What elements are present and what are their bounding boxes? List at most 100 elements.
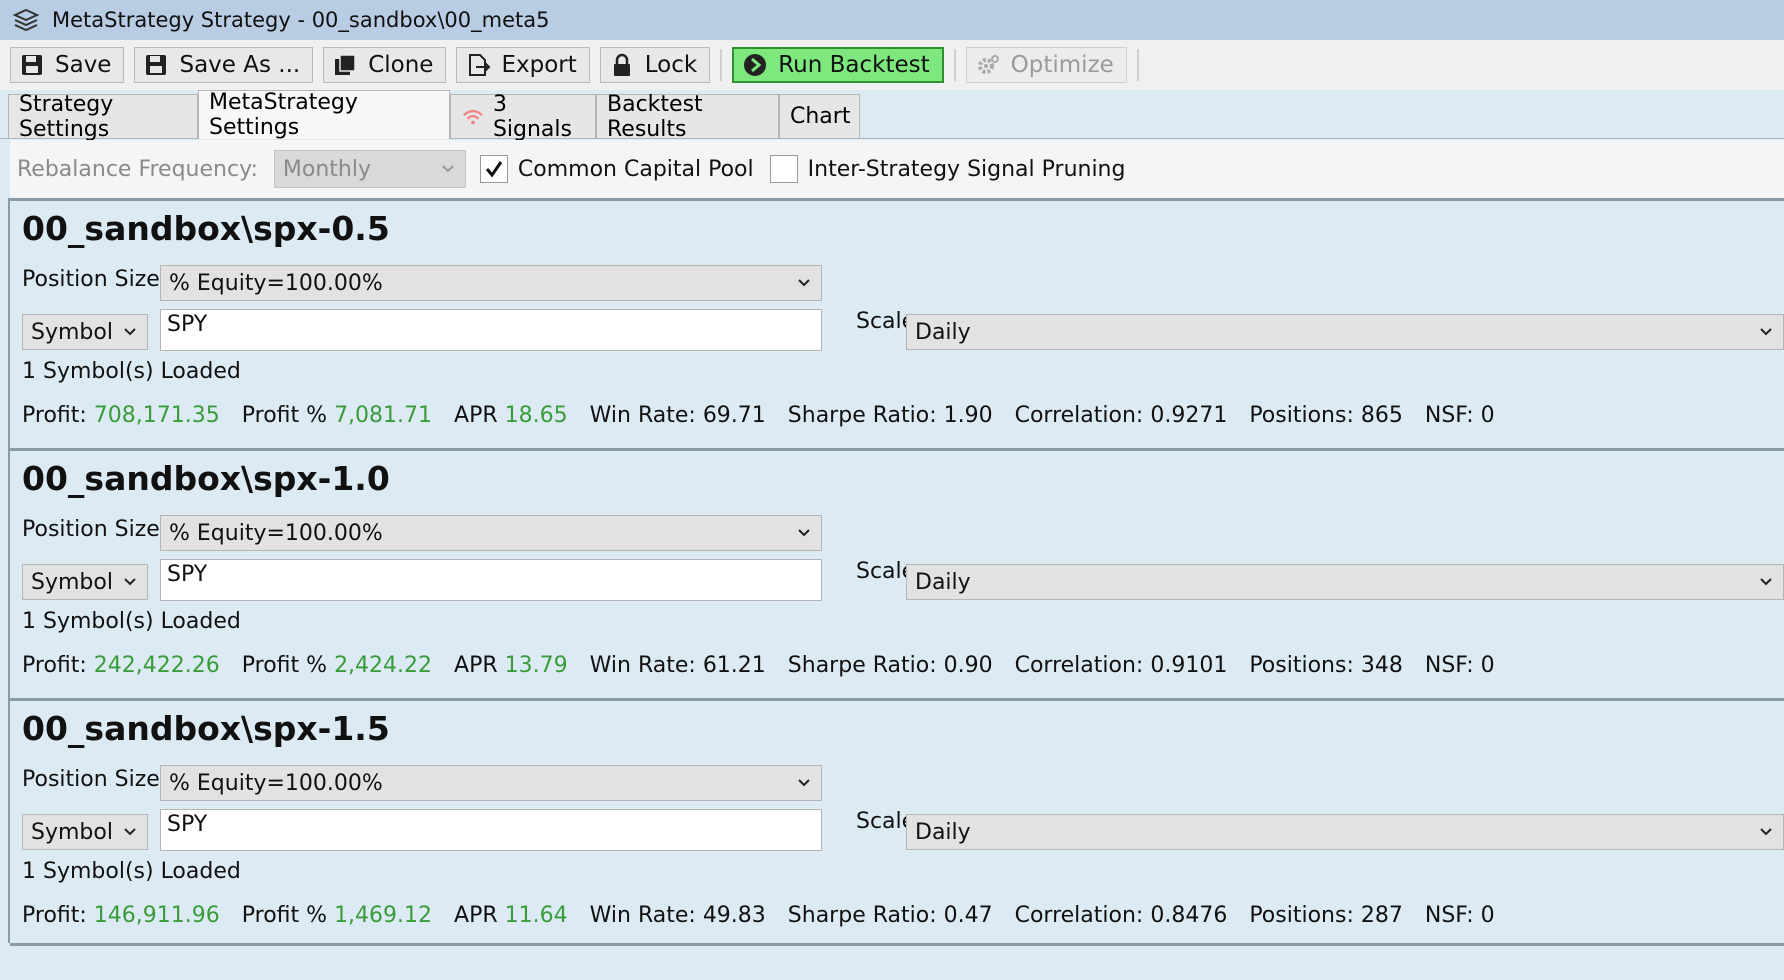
scale-select[interactable]: Daily <box>906 314 1784 350</box>
tab-metastrategy-settings[interactable]: MetaStrategy Settings <box>198 90 450 140</box>
tab-signals[interactable]: 3 Signals <box>450 92 596 142</box>
win-rate-value: 49.83 <box>702 903 766 928</box>
strategy-title: 00_sandbox\spx-1.5 <box>22 709 390 748</box>
apr-stat: APR 11.64 <box>454 903 568 928</box>
stat-label: Correlation: <box>1014 903 1144 928</box>
profit-stat: Profit: 708,171.35 <box>22 403 220 428</box>
positions-stat: Positions: 865 <box>1249 403 1403 428</box>
apr-value: 13.79 <box>504 653 568 678</box>
save-button[interactable]: Save <box>10 47 125 83</box>
stat-label: Sharpe Ratio: <box>787 403 937 428</box>
position-size-value: % Equity=100.00% <box>169 270 383 296</box>
export-button[interactable]: Export <box>456 47 590 83</box>
toolbar: Save Save As ... Clone Export Lock Run B… <box>0 40 1784 90</box>
apr-value: 18.65 <box>504 403 568 428</box>
apr-stat: APR 18.65 <box>454 403 568 428</box>
tab-strategy-settings[interactable]: Strategy Settings <box>8 92 198 142</box>
profit-value: 242,422.26 <box>93 653 220 678</box>
positions-stat: Positions: 287 <box>1249 903 1403 928</box>
correlation-value: 0.9101 <box>1150 653 1228 678</box>
layers-icon <box>12 8 40 32</box>
strategy-panel: 00_sandbox\spx-1.5 Position Size % Equit… <box>10 698 1784 946</box>
tab-chart[interactable]: Chart <box>779 94 860 138</box>
positions-value: 348 <box>1360 653 1403 678</box>
symbols-input[interactable]: SPY <box>160 559 822 601</box>
tab-label: Backtest Results <box>607 91 703 142</box>
stat-label: Profit: <box>22 403 87 428</box>
sharpe-value: 1.90 <box>943 403 993 428</box>
sharpe-stat: Sharpe Ratio: 0.90 <box>788 653 993 678</box>
win-rate-value: 69.71 <box>702 403 766 428</box>
profit-value: 146,911.96 <box>93 903 220 928</box>
symbol-mode-select[interactable]: Symbol <box>22 564 148 600</box>
position-size-select[interactable]: % Equity=100.00% <box>160 265 822 301</box>
symbols-input[interactable]: SPY <box>160 809 822 851</box>
symbols-input[interactable]: SPY <box>160 309 822 351</box>
signal-pruning-checkbox[interactable] <box>769 155 798 183</box>
stat-label: Profit: <box>22 653 87 678</box>
stat-label: NSF: <box>1424 653 1474 678</box>
win-rate-stat: Win Rate: 49.83 <box>590 903 766 928</box>
title-bar: MetaStrategy Strategy - 00_sandbox\00_me… <box>0 0 1784 40</box>
profit-pct-value: 2,424.22 <box>334 653 433 678</box>
tab-label: 3 Signals <box>492 91 572 142</box>
rebalance-frequency-label: Rebalance Frequency: <box>17 156 258 182</box>
rebalance-frequency-value: Monthly <box>282 156 371 182</box>
correlation-stat: Correlation: 0.8476 <box>1015 903 1228 928</box>
strategy-panel: 00_sandbox\spx-0.5 Position Size % Equit… <box>10 198 1784 428</box>
nsf-stat: NSF: 0 <box>1425 403 1495 428</box>
stat-label: Positions: <box>1249 903 1354 928</box>
optimize-button[interactable]: Optimize <box>965 47 1127 83</box>
chevron-down-icon <box>798 529 810 537</box>
run-backtest-button[interactable]: Run Backtest <box>732 47 944 83</box>
chevron-down-icon <box>1760 828 1772 836</box>
stat-label: APR <box>454 653 498 678</box>
win-rate-value: 61.21 <box>702 653 766 678</box>
common-capital-pool-checkbox[interactable] <box>479 155 508 183</box>
stat-label: Positions: <box>1249 403 1354 428</box>
stat-label: Profit % <box>241 403 328 428</box>
positions-value: 287 <box>1360 903 1403 928</box>
position-size-select[interactable]: % Equity=100.00% <box>160 515 822 551</box>
signal-pruning-label: Inter-Strategy Signal Pruning <box>807 156 1126 182</box>
symbol-mode-select[interactable]: Symbol <box>22 314 148 350</box>
tab-backtest-results[interactable]: Backtest Results <box>596 92 779 142</box>
chevron-down-icon <box>124 828 136 836</box>
symbols-loaded-text: 1 Symbol(s) Loaded <box>22 859 241 884</box>
nsf-value: 0 <box>1480 403 1495 428</box>
stats-row: Profit: 146,911.96 Profit % 1,469.12 APR… <box>22 903 1517 928</box>
correlation-stat: Correlation: 0.9271 <box>1015 403 1228 428</box>
apr-stat: APR 13.79 <box>454 653 568 678</box>
position-size-label: Position Size <box>22 267 160 292</box>
profit-pct-stat: Profit % 2,424.22 <box>242 653 432 678</box>
rebalance-frequency-select[interactable]: Monthly <box>273 150 466 188</box>
nsf-stat: NSF: 0 <box>1425 903 1495 928</box>
position-size-label: Position Size <box>22 517 160 542</box>
strategy-title: 00_sandbox\spx-0.5 <box>22 209 390 248</box>
stat-label: APR <box>454 903 498 928</box>
toolbar-separator <box>720 49 723 81</box>
position-size-value: % Equity=100.00% <box>169 770 383 796</box>
tab-label: MetaStrategy Settings <box>209 90 358 140</box>
profit-stat: Profit: 242,422.26 <box>22 653 220 678</box>
floppy-disk-icon <box>22 55 42 75</box>
chevron-down-icon <box>124 328 136 336</box>
export-label: Export <box>501 52 577 78</box>
positions-value: 865 <box>1360 403 1403 428</box>
strategy-title: 00_sandbox\spx-1.0 <box>22 459 390 498</box>
profit-pct-stat: Profit % 7,081.71 <box>242 403 432 428</box>
symbol-mode-select[interactable]: Symbol <box>22 814 148 850</box>
scale-select[interactable]: Daily <box>906 564 1784 600</box>
scale-value: Daily <box>915 569 971 595</box>
checkmark-icon <box>485 161 503 178</box>
position-size-select[interactable]: % Equity=100.00% <box>160 765 822 801</box>
clone-button[interactable]: Clone <box>323 47 447 83</box>
lock-button[interactable]: Lock <box>599 47 711 83</box>
export-icon <box>469 54 491 76</box>
chevron-down-icon <box>124 578 136 586</box>
save-as-button[interactable]: Save As ... <box>134 47 314 83</box>
correlation-value: 0.8476 <box>1150 903 1228 928</box>
scale-select[interactable]: Daily <box>906 814 1784 850</box>
profit-pct-value: 7,081.71 <box>334 403 433 428</box>
nsf-value: 0 <box>1480 653 1495 678</box>
